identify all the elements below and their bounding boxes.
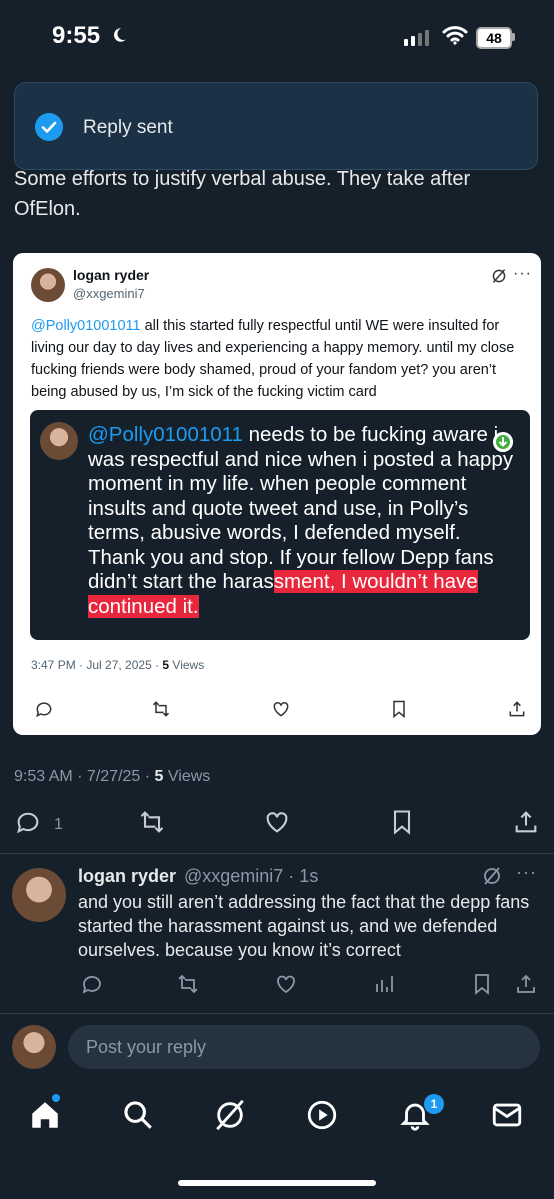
embedded-text-plain: needs to be fucking aware i was respectf… (88, 423, 514, 593)
tweet-timestamp: 9:53 AM · 7/27/25 · (14, 768, 155, 785)
analytics-icon[interactable] (372, 972, 396, 996)
messages-icon[interactable] (490, 1098, 524, 1132)
repost-icon[interactable] (176, 972, 200, 996)
status-time: 9:55 (52, 22, 101, 49)
embedded-screenshot: @Polly01001011 needs to be fucking aware… (30, 410, 530, 640)
bookmark-icon[interactable] (388, 808, 416, 836)
reply-sent-toast[interactable]: Reply sent (14, 82, 538, 170)
moon-icon (113, 28, 126, 42)
like-icon[interactable] (271, 699, 291, 719)
unread-dot (52, 1094, 60, 1102)
notification-badge: 1 (424, 1094, 444, 1114)
share-icon[interactable] (514, 972, 538, 996)
share-icon[interactable] (512, 808, 540, 836)
avatar[interactable] (12, 868, 66, 922)
quoted-tweet-actions (13, 699, 541, 723)
quoted-tweet-card[interactable]: logan ryder @xxgemini7 ··· @Polly0100101… (13, 253, 541, 735)
quoted-author-handle: @xxgemini7 (73, 286, 145, 301)
home-icon[interactable] (28, 1098, 62, 1132)
avatar (40, 422, 78, 460)
embedded-tweet-text: @Polly01001011 needs to be fucking aware… (88, 423, 516, 619)
quoted-author-name: logan ryder (73, 267, 150, 283)
video-icon[interactable] (305, 1098, 339, 1132)
download-arrow-icon (493, 432, 513, 452)
bottom-nav (0, 1090, 554, 1150)
tweet-text: Some efforts to justify verbal abuse. Th… (14, 168, 471, 220)
mention-link[interactable]: @Polly01001011 (31, 318, 141, 334)
more-icon[interactable]: ··· (513, 265, 532, 283)
bookmark-icon[interactable] (389, 699, 409, 719)
grok-icon[interactable] (213, 1098, 247, 1132)
reply-input[interactable] (68, 1025, 540, 1069)
reply-author-name[interactable]: logan ryder (78, 866, 176, 887)
divider (0, 853, 554, 854)
quoted-views-label: Views (169, 658, 205, 672)
mention-link: @Polly01001011 (88, 423, 243, 446)
bookmark-icon[interactable] (470, 972, 494, 996)
quoted-tweet-meta: 3:47 PM · Jul 27, 2025 · 5 Views (31, 658, 204, 672)
reply-actions (0, 972, 554, 998)
home-indicator[interactable] (178, 1180, 376, 1186)
reply-icon[interactable] (14, 808, 42, 836)
check-circle-icon (35, 113, 63, 141)
reply-author-handle: @xxgemini7 · 1s (184, 866, 319, 886)
wifi-icon (442, 26, 468, 45)
battery-indicator: 48 (476, 27, 512, 49)
tweet-views-label: Views (163, 768, 211, 785)
reply-icon[interactable] (80, 972, 104, 996)
repost-icon[interactable] (151, 699, 171, 719)
share-icon[interactable] (507, 699, 527, 719)
like-icon[interactable] (274, 972, 298, 996)
tweet-meta: 9:53 AM · 7/27/25 · 5 Views (14, 768, 210, 786)
cellular-signal-icon (404, 28, 429, 46)
like-icon[interactable] (263, 808, 291, 836)
reply-text: and you still aren’t addressing the fact… (78, 892, 530, 960)
reply-count: 1 (54, 816, 63, 833)
grok-icon[interactable] (491, 268, 507, 284)
grok-icon[interactable] (482, 866, 502, 886)
toast-message: Reply sent (83, 117, 173, 138)
quoted-tweet-text: @Polly01001011 all this started fully re… (31, 315, 531, 403)
quoted-timestamp: 3:47 PM · Jul 27, 2025 · (31, 658, 163, 672)
reply-icon[interactable] (34, 699, 54, 719)
divider (0, 1013, 554, 1014)
tweet-actions (0, 808, 554, 840)
battery-tip (512, 33, 515, 41)
search-icon[interactable] (121, 1098, 155, 1132)
more-icon[interactable]: ··· (516, 862, 537, 883)
repost-icon[interactable] (138, 808, 166, 836)
avatar[interactable] (31, 268, 65, 302)
avatar (12, 1025, 56, 1069)
